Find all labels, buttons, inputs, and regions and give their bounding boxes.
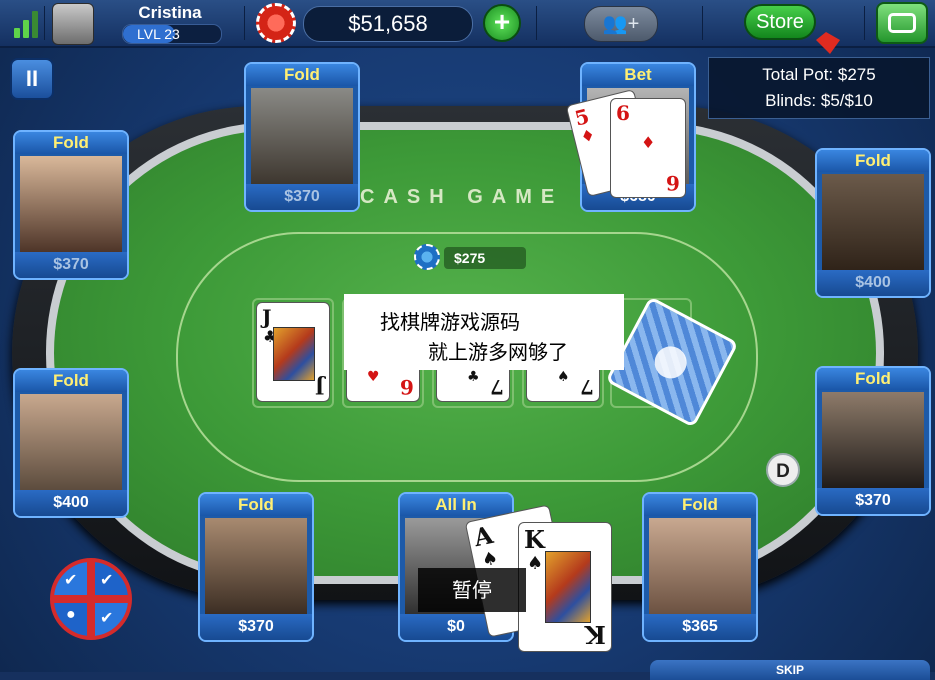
card-rank: 6	[666, 171, 680, 195]
signal-icon	[14, 10, 40, 38]
gameloft-icon	[888, 13, 916, 33]
seat-status: Fold	[817, 150, 929, 172]
seat-status: All In	[400, 494, 512, 516]
level-label: LVL 23	[137, 26, 180, 42]
seat-status: Fold	[644, 494, 756, 516]
card-rank: J	[314, 375, 324, 399]
pause-overlay: 暂停	[418, 568, 526, 612]
table-title: CASH GAME	[360, 186, 564, 208]
player-photo	[205, 518, 307, 616]
player-name: Cristina	[138, 3, 202, 22]
seat-chips: $370	[246, 184, 358, 210]
check-icon: ✔	[100, 610, 114, 627]
watermark-overlay: 找棋牌游戏源码 就上游多网够了	[344, 294, 624, 370]
card-suit: ♦	[578, 124, 598, 147]
pot-chip-icon	[414, 244, 440, 270]
deck-logo-icon	[649, 340, 693, 385]
player-seat[interactable]: Fold $370	[13, 130, 129, 280]
card-rank: K	[585, 620, 606, 649]
bet-player-card: 6 ♦ 6	[610, 98, 686, 198]
player-seat[interactable]: Fold $370	[198, 492, 314, 642]
chip-balance: $51,658	[303, 6, 473, 42]
hero-card: K ♠ K	[518, 522, 612, 652]
player-seat[interactable]: Fold $365	[642, 492, 758, 642]
blinds: Blinds: $5/$10	[765, 91, 873, 110]
card-rank: 6	[616, 101, 630, 125]
player-photo	[251, 88, 353, 186]
skip-button[interactable]: SKIP	[650, 660, 930, 680]
seat-chips: $400	[817, 270, 929, 296]
seat-chips: $370	[817, 488, 929, 514]
card-rank: 7	[580, 375, 594, 399]
check-icon: ✔	[100, 572, 114, 589]
seat-status: Fold	[15, 370, 127, 392]
seat-status: Fold	[200, 494, 312, 516]
card-suit: ♠	[527, 553, 544, 574]
overlay-line-1: 找棋牌游戏源码	[380, 310, 520, 334]
add-chips-button[interactable]: +	[483, 4, 521, 42]
card-suit: ♠	[557, 369, 570, 385]
seat-chips: $370	[15, 252, 127, 278]
player-seat[interactable]: Fold $400	[815, 148, 931, 298]
top-bar: Cristina LVL 23 $51,658 + 👥+ Store	[0, 0, 935, 48]
store-button[interactable]: Store	[744, 4, 816, 40]
board-card: J ♣ J	[256, 302, 330, 402]
player-photo	[20, 394, 122, 492]
player-avatar[interactable]	[52, 3, 94, 45]
player-photo	[649, 518, 751, 616]
card-suit: ♥	[367, 369, 380, 385]
card-rank: 7	[490, 375, 504, 399]
pot-amount: $275	[444, 247, 526, 269]
jack-face-icon	[273, 327, 315, 381]
pause-button[interactable]: II	[10, 58, 54, 100]
player-seat[interactable]: Fold $400	[13, 368, 129, 518]
card-suit: ♣	[467, 369, 480, 385]
player-photo	[822, 392, 924, 490]
pot-info-box: Total Pot: $275 Blinds: $5/$10	[708, 57, 930, 119]
card-rank: J	[262, 305, 272, 329]
friends-button[interactable]: 👥+	[584, 6, 658, 42]
player-photo	[822, 174, 924, 272]
card-rank: K	[524, 525, 545, 554]
seat-chips: $370	[200, 614, 312, 640]
level-badge: LVL 23	[122, 24, 222, 44]
gameloft-button[interactable]	[876, 2, 928, 44]
red-marker-icon	[812, 30, 842, 56]
card-suit: ♦	[641, 133, 656, 152]
overlay-line-2: 就上游多网够了	[428, 340, 568, 364]
player-seat[interactable]: Fold $370	[815, 366, 931, 516]
seat-status: Bet	[582, 64, 694, 86]
player-seat[interactable]: Fold $370	[244, 62, 360, 212]
player-photo	[20, 156, 122, 254]
king-face-icon	[545, 551, 591, 623]
card-rank: 6	[400, 375, 414, 399]
dealer-button: D	[766, 453, 800, 487]
chip-icon	[256, 3, 296, 43]
total-pot: Total Pot: $275	[762, 65, 876, 84]
check-icon: ✔	[64, 572, 78, 589]
seat-status: Fold	[817, 368, 929, 390]
person-icon: ●	[66, 606, 76, 623]
seat-status: Fold	[246, 64, 358, 86]
auto-action-badge[interactable]: ✔ ✔ ✔ ●	[50, 558, 132, 640]
seat-chips: $400	[15, 490, 127, 516]
seat-status: Fold	[15, 132, 127, 154]
seat-chips: $365	[644, 614, 756, 640]
